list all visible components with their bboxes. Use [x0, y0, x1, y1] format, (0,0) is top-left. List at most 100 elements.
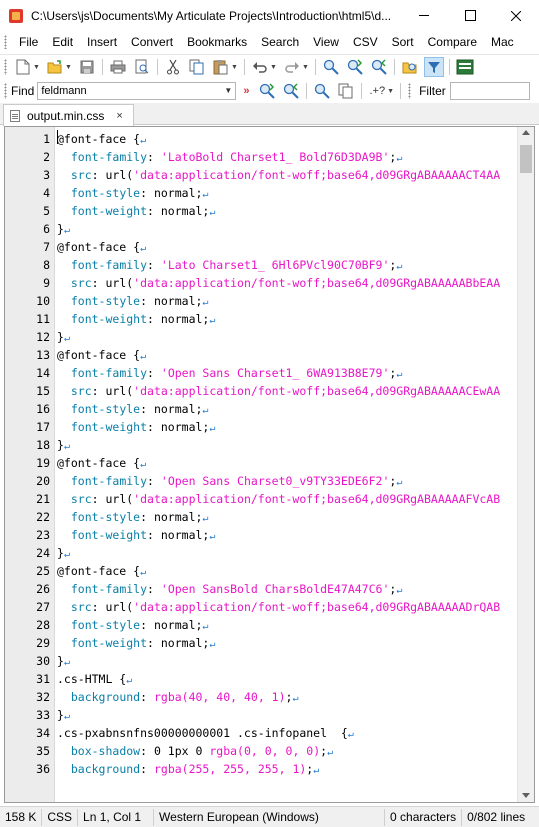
- find-previous-icon: [371, 59, 387, 75]
- open-folder-button[interactable]: [45, 57, 65, 77]
- find-previous-button[interactable]: [369, 57, 389, 77]
- print-preview-button[interactable]: [132, 57, 152, 77]
- paste-dropdown[interactable]: ▼: [231, 64, 238, 71]
- redo-dropdown[interactable]: ▼: [302, 64, 309, 71]
- code-line: @font-face {↵: [57, 240, 147, 254]
- line-number: 32: [36, 690, 50, 704]
- line-number: 13: [36, 348, 50, 362]
- menu-convert[interactable]: Convert: [124, 35, 180, 49]
- find-next-button[interactable]: [345, 57, 365, 77]
- minimize-button[interactable]: [401, 0, 447, 31]
- menu-file[interactable]: File: [12, 35, 45, 49]
- new-file-icon: [16, 59, 30, 75]
- status-bar: 158 K CSS Ln 1, Col 1 Western European (…: [0, 806, 539, 827]
- code-line: font-weight: normal;↵: [70, 312, 216, 326]
- menu-view[interactable]: View: [306, 35, 346, 49]
- line-number: 36: [36, 762, 50, 776]
- status-syntax[interactable]: CSS: [42, 808, 79, 826]
- find-input[interactable]: feldmann ▼: [37, 82, 237, 100]
- code-line: src: url('data:application/font-woff;bas…: [70, 168, 501, 182]
- filter-grip[interactable]: [408, 83, 412, 99]
- open-dropdown[interactable]: ▼: [65, 64, 72, 71]
- status-position[interactable]: Ln 1, Col 1: [78, 808, 155, 826]
- code-line: font-weight: normal;↵: [70, 636, 216, 650]
- toolbar-separator: [315, 59, 316, 75]
- menu-mac[interactable]: Mac: [484, 35, 521, 49]
- redo-button[interactable]: [282, 57, 302, 77]
- menu-bookmarks[interactable]: Bookmarks: [180, 35, 254, 49]
- line-end-marker-icon: ↵: [396, 261, 403, 272]
- save-button[interactable]: [77, 57, 97, 77]
- findbar-copy-button[interactable]: [336, 81, 356, 101]
- menu-csv[interactable]: CSV: [346, 35, 385, 49]
- findbar-grip[interactable]: [4, 83, 7, 99]
- findbar-find-all-button[interactable]: [312, 81, 332, 101]
- print-icon: [110, 60, 126, 74]
- copy-button[interactable]: [187, 57, 207, 77]
- line-number: 2: [43, 150, 50, 164]
- toolbar-grip[interactable]: [4, 59, 7, 75]
- tab-output-min-css[interactable]: output.min.css ×: [3, 104, 134, 126]
- findbar-find-next-button[interactable]: [257, 81, 277, 101]
- code-line: @font-face {↵: [57, 564, 147, 578]
- copy-icon: [189, 59, 204, 75]
- regex-toggle-button[interactable]: .+?: [365, 85, 389, 97]
- close-button[interactable]: [493, 0, 539, 31]
- line-end-marker-icon: ↵: [292, 693, 299, 704]
- line-number: 26: [36, 582, 50, 596]
- print-button[interactable]: [108, 57, 128, 77]
- filter-toggle-button[interactable]: [424, 57, 444, 77]
- findbar-find-previous-button[interactable]: [281, 81, 301, 101]
- code-line: src: url('data:application/font-woff;bas…: [70, 492, 501, 506]
- find-go-icon[interactable]: »: [243, 85, 249, 97]
- new-file-dropdown[interactable]: ▼: [33, 64, 40, 71]
- undo-button[interactable]: [250, 57, 270, 77]
- line-end-marker-icon: ↵: [63, 657, 70, 668]
- line-end-marker-icon: ↵: [347, 729, 354, 740]
- scroll-down-arrow-icon[interactable]: [522, 793, 530, 798]
- vertical-scrollbar[interactable]: [517, 127, 534, 802]
- paste-icon: [213, 60, 228, 75]
- line-number: 1: [43, 132, 50, 146]
- find-in-files-button[interactable]: [400, 57, 420, 77]
- panel-toggle-button[interactable]: [455, 57, 475, 77]
- tab-close-icon[interactable]: ×: [116, 110, 122, 122]
- magnifier-icon: [315, 83, 331, 99]
- undo-dropdown[interactable]: ▼: [270, 64, 277, 71]
- code-line: }↵: [57, 330, 70, 344]
- code-line: font-weight: normal;↵: [70, 420, 216, 434]
- line-end-marker-icon: ↵: [140, 567, 147, 578]
- menu-insert[interactable]: Insert: [80, 35, 124, 49]
- open-folder-icon: [47, 60, 62, 74]
- scroll-up-arrow-icon[interactable]: [522, 130, 530, 135]
- chevron-down-icon[interactable]: ▼: [224, 86, 232, 95]
- line-number: 20: [36, 474, 50, 488]
- menu-compare[interactable]: Compare: [421, 35, 484, 49]
- menu-edit[interactable]: Edit: [45, 35, 80, 49]
- code-editor[interactable]: 1 2 3 4 5 6 7 8 9 10 11 12 13 14 15 16 17 18 19 20 21 22 23 24 2…: [4, 126, 535, 803]
- menu-search[interactable]: Search: [254, 35, 306, 49]
- line-number: 23: [36, 528, 50, 542]
- scissors-icon: [167, 59, 179, 75]
- line-number: 6: [43, 222, 50, 236]
- code-line: src: url('data:application/font-woff;bas…: [70, 384, 501, 398]
- code-text-area[interactable]: @font-face {↵ font-family: 'LatoBold Cha…: [55, 127, 519, 802]
- line-number: 24: [36, 546, 50, 560]
- line-end-marker-icon: ↵: [202, 513, 209, 524]
- scrollbar-thumb[interactable]: [520, 145, 532, 173]
- maximize-button[interactable]: [447, 0, 493, 31]
- app-icon[interactable]: [9, 8, 23, 23]
- line-end-marker-icon: ↵: [63, 333, 70, 344]
- paste-button[interactable]: [211, 57, 231, 77]
- filter-input[interactable]: [449, 82, 530, 100]
- tab-label: output.min.css: [27, 108, 105, 123]
- line-end-marker-icon: ↵: [63, 549, 70, 560]
- status-encoding[interactable]: Western European (Windows): [154, 808, 386, 826]
- regex-dropdown[interactable]: ▼: [387, 88, 394, 95]
- menubar-grip[interactable]: [4, 35, 7, 49]
- menu-sort[interactable]: Sort: [385, 35, 421, 49]
- find-button[interactable]: [321, 57, 341, 77]
- new-file-button[interactable]: [13, 57, 33, 77]
- line-number: 5: [43, 204, 50, 218]
- cut-button[interactable]: [163, 57, 183, 77]
